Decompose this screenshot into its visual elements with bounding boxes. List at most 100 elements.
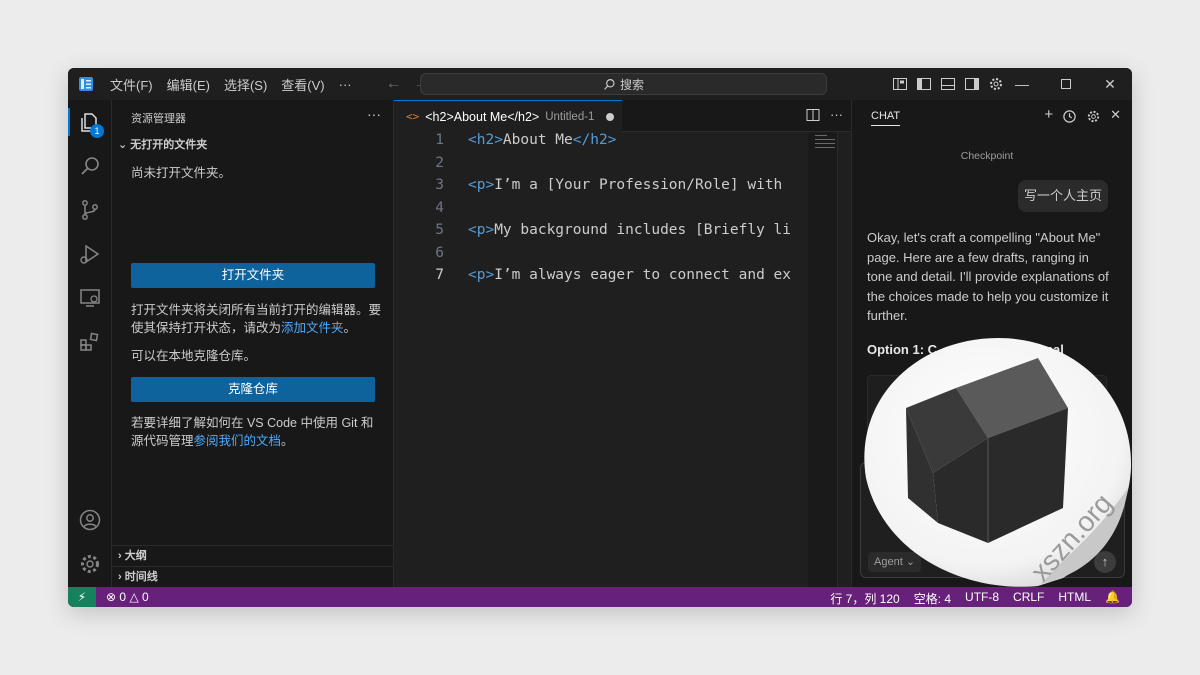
back-arrow-icon[interactable]: ←: [386, 75, 402, 93]
end-of-line[interactable]: CRLF: [1013, 590, 1044, 607]
close-window-button[interactable]: ✕: [1088, 68, 1132, 100]
chat-title[interactable]: CHAT: [871, 110, 901, 126]
minimap-lines: [815, 135, 835, 148]
editor-scrollbar[interactable]: [837, 132, 851, 587]
manage-gear-icon[interactable]: [78, 552, 102, 576]
line-content: <h2>About Me</h2>: [468, 132, 616, 148]
editor-tab-untitled-1[interactable]: <> <h2>About Me</h2> Untitled-1: [394, 100, 622, 132]
status-bar: ⚡ ⊗ 0 △ 0 行 7，列 120 空格: 4 UTF-8 CRLF HTM…: [68, 587, 1132, 607]
toggle-secondary-sidebar-icon[interactable]: [964, 76, 980, 92]
activity-bar: 1: [68, 100, 112, 587]
code-line: 4: [394, 200, 808, 223]
account-icon[interactable]: [78, 508, 102, 532]
remote-explorer-icon[interactable]: [78, 286, 102, 310]
customize-layout-icon[interactable]: [892, 76, 908, 92]
code-area[interactable]: 1 <h2>About Me</h2> 2 3 <p>I’m a [Your P…: [394, 132, 808, 587]
warning-count: 0: [142, 590, 149, 604]
menu-selection[interactable]: 选择(S): [224, 75, 267, 94]
command-center-search[interactable]: 搜索: [420, 73, 827, 95]
clone-repository-button[interactable]: 克隆仓库: [131, 377, 375, 402]
outline-label: 大纲: [124, 550, 147, 562]
history-icon[interactable]: [1062, 109, 1077, 124]
remote-indicator[interactable]: ⚡: [68, 587, 96, 607]
add-folder-end: 。: [343, 321, 357, 335]
title-bar: 文件(F) 编辑(E) 选择(S) 查看(V) ··· ← → 搜索 — ✕: [68, 68, 1132, 100]
error-icon: ⊗: [106, 590, 117, 604]
maximize-icon: [1061, 79, 1071, 89]
no-folder-message: 尚未打开文件夹。: [131, 166, 232, 180]
menu-file[interactable]: 文件(F): [110, 75, 153, 94]
maximize-button[interactable]: [1044, 68, 1088, 100]
unsaved-dot-icon[interactable]: [606, 112, 615, 121]
vscode-logo-icon: [79, 77, 93, 91]
code-line: 5 <p>My background includes [Briefly li: [394, 222, 808, 245]
editor-tab-bar: <> <h2>About Me</h2> Untitled-1 ···: [394, 100, 851, 132]
new-chat-plus-icon[interactable]: +: [1044, 106, 1053, 124]
line-content: <p>My background includes [Briefly li: [468, 222, 791, 238]
checkpoint-label[interactable]: Checkpoint: [852, 150, 1122, 162]
warning-icon: △: [129, 590, 139, 604]
sidebar-more-actions[interactable]: ···: [367, 106, 381, 122]
no-folder-section-header[interactable]: ⌄ 无打开的文件夹: [118, 136, 207, 152]
assistant-response: Okay, let's craft a compelling "About Me…: [867, 230, 1109, 324]
code-line-current: 7 <p>I’m always eager to connect and ex: [394, 267, 808, 290]
problems-indicator[interactable]: ⊗ 0 △ 0: [106, 590, 149, 604]
html-tag: <p>: [468, 222, 495, 238]
sidebar-title: 资源管理器: [131, 113, 186, 125]
more-actions-icon[interactable]: ···: [830, 108, 843, 122]
search-label: 搜索: [619, 77, 644, 92]
encoding[interactable]: UTF-8: [965, 590, 999, 607]
editor-actions: ···: [806, 108, 843, 122]
outline-section[interactable]: › 大纲: [112, 545, 393, 566]
html-tag: </h2>: [572, 132, 617, 148]
split-editor-icon[interactable]: [806, 108, 820, 122]
run-debug-icon[interactable]: [78, 242, 102, 266]
search-view-icon[interactable]: [78, 154, 102, 178]
minimize-button[interactable]: —: [1000, 68, 1044, 100]
menu-edit[interactable]: 编辑(E): [167, 75, 210, 94]
toggle-primary-sidebar-icon[interactable]: [916, 76, 932, 92]
open-folder-button[interactable]: 打开文件夹: [131, 263, 375, 288]
indentation[interactable]: 空格: 4: [914, 590, 951, 607]
layout-controls: [892, 76, 1004, 92]
minimap[interactable]: [808, 132, 837, 587]
chevron-right-icon: ›: [118, 571, 125, 583]
timeline-section[interactable]: › 时间线: [112, 566, 393, 587]
editor-group: <> <h2>About Me</h2> Untitled-1 ··· 1 <h…: [394, 100, 851, 587]
close-chat-icon[interactable]: ✕: [1110, 107, 1121, 124]
source-control-icon[interactable]: [78, 198, 102, 222]
active-indicator: [68, 108, 70, 136]
timeline-label: 时间线: [124, 571, 158, 583]
git-docs-message: 若要详细了解如何在 VS Code 中使用 Git 和源代码管理参阅我们的文档。: [131, 414, 383, 450]
notifications-bell-icon[interactable]: 🔔: [1105, 590, 1120, 607]
section-title: 无打开的文件夹: [130, 139, 208, 151]
chat-settings-gear-icon[interactable]: [1086, 109, 1101, 124]
toggle-panel-icon[interactable]: [940, 76, 956, 92]
menu-more[interactable]: ···: [339, 77, 352, 92]
html-tag: <p>: [468, 267, 495, 283]
line-content: <p>I’m a [Your Profession/Role] with: [468, 177, 782, 193]
tab-title: <h2>About Me</h2>: [425, 109, 540, 124]
line-number: 6: [435, 244, 444, 261]
code-line: 2: [394, 155, 808, 178]
line-number: 1: [435, 132, 444, 148]
cursor-position[interactable]: 行 7，列 120: [830, 590, 899, 607]
explorer-sidebar: 资源管理器 ··· ⌄ 无打开的文件夹 尚未打开文件夹。 打开文件夹 打开文件夹…: [112, 100, 394, 587]
remote-icon: ⚡: [77, 590, 87, 604]
code-line: 3 <p>I’m a [Your Profession/Role] with: [394, 177, 808, 200]
close-icon: ✕: [1104, 75, 1116, 92]
menu-view[interactable]: 查看(V): [281, 75, 324, 94]
open-folder-note: 打开文件夹将关闭所有当前打开的编辑器。要使其保持打开状态，请改为添加文件夹。: [131, 301, 383, 337]
docs-link[interactable]: 参阅我们的文档: [194, 434, 282, 448]
line-number: 4: [435, 199, 444, 216]
add-folder-link[interactable]: 添加文件夹: [281, 321, 344, 335]
chat-header: CHAT + ✕: [852, 100, 1132, 132]
status-right-items: 行 7，列 120 空格: 4 UTF-8 CRLF HTML 🔔: [830, 590, 1120, 607]
tab-description: Untitled-1: [545, 110, 595, 123]
chat-actions: + ✕: [1044, 106, 1121, 124]
extensions-icon[interactable]: [78, 330, 102, 354]
language-mode[interactable]: HTML: [1058, 590, 1091, 607]
html-tag: <h2>: [468, 132, 503, 148]
line-number: 7: [435, 267, 444, 283]
line-number: 3: [435, 177, 444, 193]
